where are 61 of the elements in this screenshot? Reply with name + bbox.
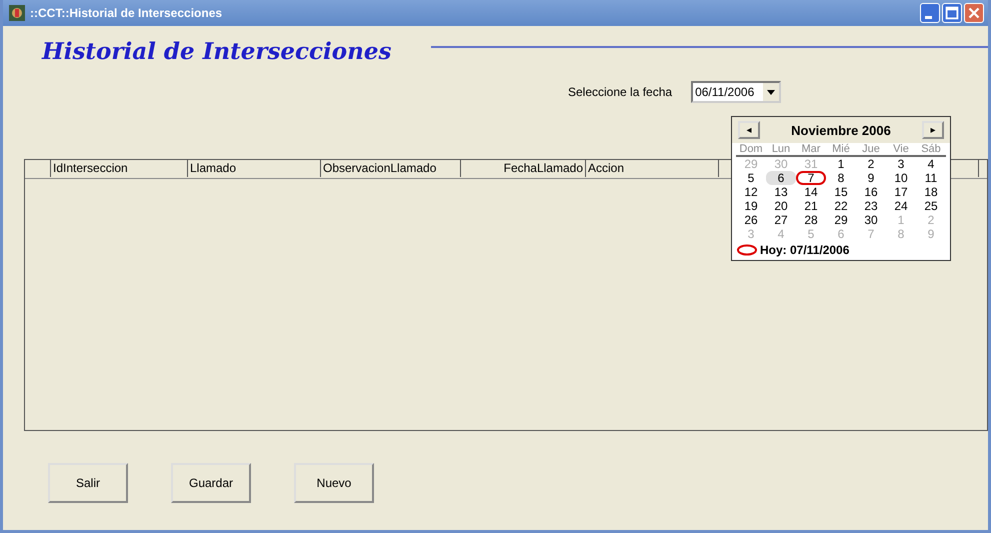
- calendar-day[interactable]: 29: [826, 213, 856, 227]
- calendar-day[interactable]: 6: [766, 171, 796, 185]
- calendar-day[interactable]: 11: [916, 171, 946, 185]
- calendar-day[interactable]: 1: [826, 157, 856, 171]
- next-month-button[interactable]: ▸: [922, 121, 944, 139]
- calendar-day[interactable]: 23: [856, 199, 886, 213]
- calendar-day[interactable]: 16: [856, 185, 886, 199]
- form-heading: Historial de Intersecciones: [42, 38, 392, 65]
- column-header[interactable]: ObservacionLlamado: [321, 160, 461, 177]
- weekday-label: Mié: [831, 143, 851, 155]
- maximize-button[interactable]: [942, 3, 962, 23]
- calendar-day[interactable]: 25: [916, 199, 946, 213]
- weekday-label: Jue: [861, 143, 881, 155]
- column-header[interactable]: FechaLlamado: [461, 160, 586, 177]
- calendar-day[interactable]: 30: [856, 213, 886, 227]
- minimize-icon: [924, 16, 932, 18]
- action-button[interactable]: Nuevo: [294, 463, 374, 503]
- calendar-day[interactable]: 22: [826, 199, 856, 213]
- calendar-day[interactable]: 3: [886, 157, 916, 171]
- calendar-day[interactable]: 18: [916, 185, 946, 199]
- weekday-label: Lun: [770, 143, 792, 155]
- calendar-day[interactable]: 26: [736, 213, 766, 227]
- calendar-day[interactable]: 7: [796, 171, 826, 185]
- calendar-day[interactable]: 19: [736, 199, 766, 213]
- action-button[interactable]: Guardar: [171, 463, 251, 503]
- calendar-day[interactable]: 17: [886, 185, 916, 199]
- calendar-day[interactable]: 21: [796, 199, 826, 213]
- calendar-day[interactable]: 15: [826, 185, 856, 199]
- calendar-day[interactable]: 13: [766, 185, 796, 199]
- calendar-day[interactable]: 12: [736, 185, 766, 199]
- action-button[interactable]: Salir: [48, 463, 128, 503]
- calendar-day[interactable]: 27: [766, 213, 796, 227]
- minimize-button[interactable]: [920, 3, 940, 23]
- calendar-day[interactable]: 24: [886, 199, 916, 213]
- close-button[interactable]: [964, 3, 984, 23]
- calendar-day[interactable]: 14: [796, 185, 826, 199]
- caret-icon: [767, 90, 776, 94]
- calendar-day[interactable]: 2: [856, 157, 886, 171]
- date-dropdown[interactable]: 06/11/2006: [691, 81, 782, 103]
- calendar-day[interactable]: 20: [766, 199, 796, 213]
- date-label: Seleccione la fecha: [568, 85, 672, 99]
- today-link[interactable]: Hoy: 07/11/2006: [760, 243, 850, 257]
- weekday-label: Dom: [738, 143, 764, 155]
- calendar-day[interactable]: 5: [736, 171, 766, 185]
- window-title: ::CCT::Historial de Intersecciones: [30, 6, 222, 20]
- calendar-day[interactable]: 8: [826, 171, 856, 185]
- maximize-icon: [943, 4, 961, 22]
- calendar-day[interactable]: 28: [796, 213, 826, 227]
- weekday-label: Vie: [892, 143, 910, 155]
- column-header[interactable]: IdInterseccion: [51, 160, 188, 177]
- column-header[interactable]: Accion: [586, 160, 719, 177]
- today-circle-icon: [736, 244, 758, 256]
- previous-month-button[interactable]: ◂: [738, 121, 760, 139]
- calendar-day[interactable]: 4: [916, 157, 946, 171]
- month-title: Noviembre 2006: [791, 122, 891, 138]
- calendar-day[interactable]: 10: [886, 171, 916, 185]
- weekday-label: Sáb: [920, 143, 942, 155]
- app-icon: [9, 5, 25, 21]
- calendar-day[interactable]: 9: [856, 171, 886, 185]
- column-header[interactable]: Llamado: [188, 160, 321, 177]
- weekday-label: Mar: [800, 143, 822, 155]
